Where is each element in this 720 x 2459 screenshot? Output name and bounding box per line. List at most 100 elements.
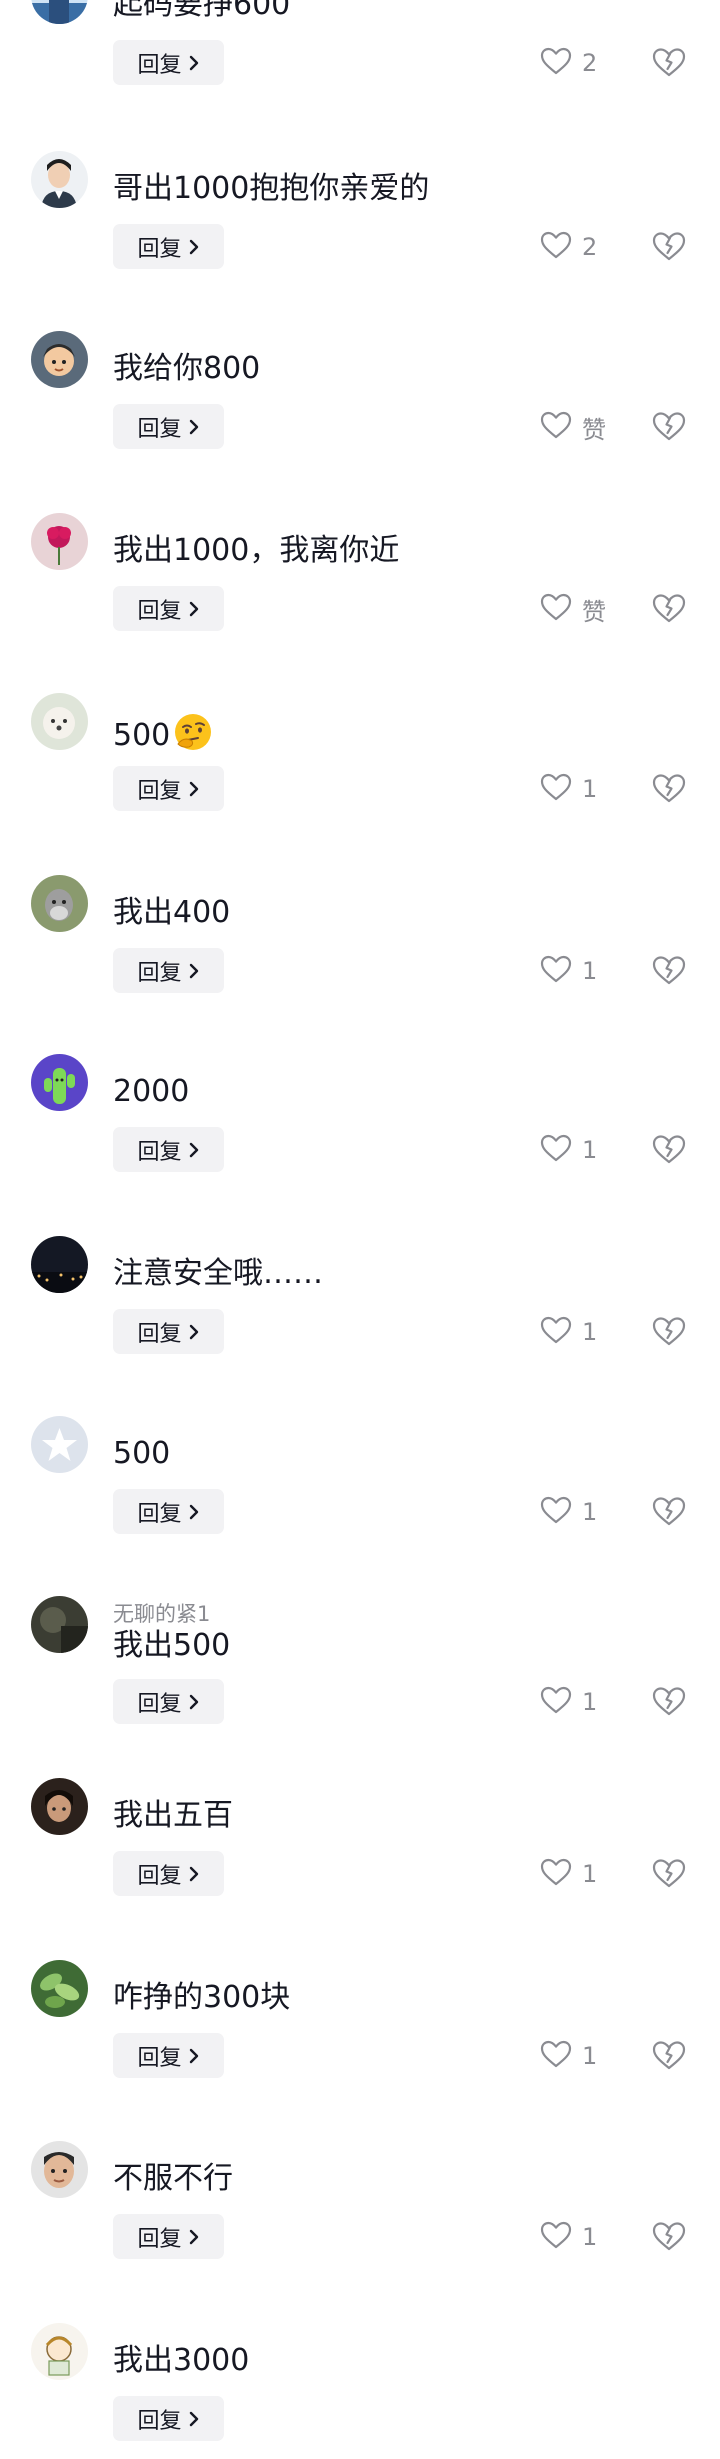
reply-button[interactable]: 回复 [113,404,224,449]
dislike-button[interactable] [652,592,686,626]
avatar[interactable] [31,2141,88,2198]
like-button[interactable]: 1 [540,1133,606,1167]
chevron-right-icon [188,2047,200,2065]
broken-heart-icon [652,594,686,628]
heart-icon [540,46,572,80]
reply-button[interactable]: 回复 [113,1679,224,1724]
reply-button[interactable]: 回复 [113,948,224,993]
reply-button[interactable]: 回复 [113,1851,224,1896]
comment-text: 我给你800 [113,349,260,389]
reply-button[interactable]: 回复 [113,40,224,85]
avatar[interactable] [31,1054,88,1111]
avatar[interactable] [31,1236,88,1293]
dislike-button[interactable] [652,772,686,806]
comment-item: 2000 回复 1 [0,1054,720,1234]
chevron-right-icon [188,1141,200,1159]
dislike-button[interactable] [652,1495,686,1529]
chevron-right-icon [188,1503,200,1521]
reply-label: 回复 [137,1501,182,1527]
dislike-button[interactable] [652,46,686,80]
dislike-button[interactable] [652,410,686,444]
like-button[interactable]: 赞 [540,410,606,444]
comment-text: 我出400 [113,893,230,933]
reply-button[interactable]: 回复 [113,1127,224,1172]
dislike-button[interactable] [652,1685,686,1719]
like-button[interactable]: 1 [540,2039,606,2073]
dislike-button[interactable] [652,1133,686,1167]
comment-text-content: 不服不行 [113,2161,233,2196]
reply-button[interactable]: 回复 [113,586,224,631]
comment-item: 注意安全哦…… 回复 1 [0,1236,720,1416]
like-button[interactable]: 2 [540,230,606,264]
like-button[interactable]: 1 [540,772,606,806]
chevron-right-icon [188,54,200,72]
avatar[interactable] [31,1596,88,1653]
avatar[interactable] [31,0,88,24]
dislike-button[interactable] [652,2039,686,2073]
chevron-right-icon [188,2410,200,2428]
avatar[interactable] [31,1960,88,2017]
like-button[interactable]: 赞 [540,592,606,626]
dislike-button[interactable] [652,1315,686,1349]
comment-text-content: 我出3000 [113,2343,250,2378]
dislike-button[interactable] [652,230,686,264]
chevron-right-icon [188,1865,200,1883]
chevron-right-icon [188,2228,200,2246]
thinking-face-icon [172,711,214,753]
comment-text-content: 注意安全哦…… [113,1256,323,1291]
comment-text-content: 2000 [113,1074,190,1109]
reply-label: 回复 [137,2045,182,2071]
avatar[interactable] [31,1416,88,1473]
like-button[interactable]: 1 [540,1685,606,1719]
like-button[interactable]: 2 [540,46,606,80]
reply-button[interactable]: 回复 [113,2396,224,2441]
chevron-right-icon [188,600,200,618]
heart-icon [540,592,572,626]
heart-icon [540,1495,572,1529]
like-count: 1 [582,775,598,803]
avatar[interactable] [31,693,88,750]
avatar[interactable] [31,1778,88,1835]
reply-button[interactable]: 回复 [113,2214,224,2259]
reply-button[interactable]: 回复 [113,224,224,269]
like-button[interactable]: 1 [540,1315,606,1349]
reply-button[interactable]: 回复 [113,1489,224,1534]
comment-text: 注意安全哦…… [113,1254,323,1294]
dislike-button[interactable] [652,2220,686,2254]
avatar[interactable] [31,875,88,932]
like-button[interactable]: 1 [540,1495,606,1529]
broken-heart-icon [652,2041,686,2075]
comment-text-content: 500 [113,1436,171,1471]
broken-heart-icon [652,774,686,808]
reply-button[interactable]: 回复 [113,766,224,811]
comment-item: 不服不行回复 1 [0,2141,720,2321]
avatar[interactable] [31,331,88,388]
like-button[interactable]: 1 [540,954,606,988]
comment-text-content: 咋挣的300块 [113,1980,291,2015]
like-count: 1 [582,1136,598,1164]
reply-button[interactable]: 回复 [113,1309,224,1354]
reply-label: 回复 [137,1863,182,1889]
like-count: 1 [582,2042,598,2070]
like-button[interactable]: 1 [540,2220,606,2254]
like-count: 1 [582,957,598,985]
broken-heart-icon [652,232,686,266]
like-button[interactable]: 1 [540,1857,606,1891]
comment-username[interactable]: 无聊的紧1 [113,1598,210,1628]
avatar[interactable] [31,151,88,208]
avatar[interactable] [31,513,88,570]
heart-icon [540,2039,572,2073]
broken-heart-icon [652,2222,686,2256]
comment-list: 起码要挣600 回复 2 哥出1000抱抱你亲爱的 回复 2 我给你800 回复赞我出1000… [0,0,720,2459]
heart-icon [540,772,572,806]
broken-heart-icon [652,1687,686,1721]
reply-button[interactable]: 回复 [113,2033,224,2078]
comment-text: 我出3000 [113,2341,249,2381]
comment-item: 无聊的紧1 我出500 回复 1 [0,1596,720,1776]
dislike-button[interactable] [652,1857,686,1891]
comment-text: 2000 [113,1072,189,1112]
avatar[interactable] [31,2323,88,2380]
comment-text-content: 起码要挣600 [113,0,291,22]
dislike-button[interactable] [652,954,686,988]
broken-heart-icon [652,48,686,82]
